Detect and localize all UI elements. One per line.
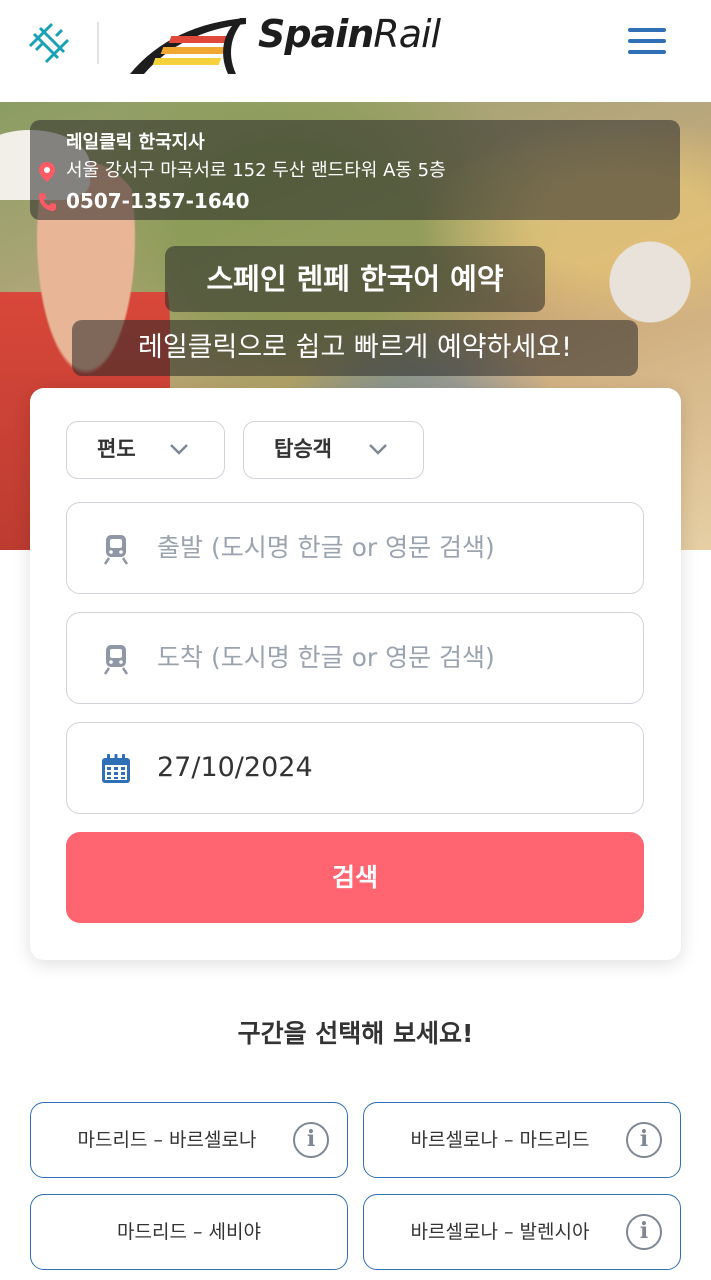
- location-pin-icon: [39, 162, 55, 182]
- logo-bold-text: Spain: [258, 12, 374, 56]
- hamburger-menu-icon[interactable]: [628, 28, 668, 58]
- route-label: 바르셀로나 – 마드리드: [410, 1129, 590, 1151]
- search-card: 편도 탑승객 출발 (도시명 한글 or 영문 검색) 도착 (도시명 한글 o…: [30, 388, 681, 960]
- route-madrid-barcelona[interactable]: 마드리드 – 바르셀로나 i: [30, 1102, 348, 1178]
- info-icon[interactable]: i: [626, 1122, 662, 1158]
- rail-track-icon[interactable]: [26, 20, 72, 66]
- departure-placeholder: 출발 (도시명 한글 or 영문 검색): [157, 533, 495, 562]
- office-phone-row: 0507-1357-1640: [39, 186, 680, 218]
- train-icon: [103, 535, 129, 565]
- route-barcelona-valencia[interactable]: 바르셀로나 – 발렌시아 i: [363, 1194, 681, 1270]
- site-header: SpainRail: [0, 0, 711, 102]
- arrival-placeholder: 도착 (도시명 한글 or 영문 검색): [157, 643, 495, 672]
- phone-icon: [39, 193, 56, 211]
- office-address: 서울 강서구 마곡서로 152 두산 랜드타워 A동 5층: [66, 160, 446, 181]
- trip-type-dropdown[interactable]: 편도: [66, 421, 225, 479]
- chevron-down-icon: [170, 444, 188, 455]
- route-madrid-sevilla[interactable]: 마드리드 – 세비야: [30, 1194, 348, 1270]
- route-label: 바르셀로나 – 발렌시아: [410, 1221, 590, 1243]
- logo-light-text: Rail: [373, 12, 441, 56]
- hero-subtitle: 레일클릭으로 쉽고 빠르게 예약하세요!: [72, 320, 638, 376]
- date-input[interactable]: 27/10/2024: [66, 722, 644, 814]
- routes-title: 구간을 선택해 보세요!: [237, 1019, 474, 1048]
- office-info-box: 레일클릭 한국지사 서울 강서구 마곡서로 152 두산 랜드타워 A동 5층 …: [30, 120, 680, 220]
- passengers-value: 탑승객: [274, 437, 332, 461]
- info-icon[interactable]: i: [293, 1122, 329, 1158]
- chevron-down-icon: [369, 444, 387, 455]
- logo-wordmark: SpainRail: [258, 12, 441, 56]
- hero-title: 스페인 렌페 한국어 예약: [165, 246, 545, 312]
- route-label: 마드리드 – 세비야: [117, 1221, 261, 1243]
- office-address-row: 서울 강서구 마곡서로 152 두산 랜드타워 A동 5층: [39, 156, 680, 186]
- passengers-dropdown[interactable]: 탑승객: [243, 421, 424, 479]
- header-divider: [97, 22, 99, 64]
- calendar-icon: [102, 754, 130, 783]
- train-icon: [103, 645, 129, 675]
- info-icon[interactable]: i: [626, 1214, 662, 1250]
- route-label: 마드리드 – 바르셀로나: [77, 1129, 257, 1151]
- arrival-input[interactable]: 도착 (도시명 한글 or 영문 검색): [66, 612, 644, 704]
- office-phone[interactable]: 0507-1357-1640: [66, 189, 250, 213]
- trip-type-value: 편도: [97, 437, 136, 461]
- office-name: 레일클릭 한국지사: [66, 132, 205, 153]
- route-barcelona-madrid[interactable]: 바르셀로나 – 마드리드 i: [363, 1102, 681, 1178]
- departure-input[interactable]: 출발 (도시명 한글 or 영문 검색): [66, 502, 644, 594]
- search-button[interactable]: 검색: [66, 832, 644, 923]
- date-value: 27/10/2024: [157, 752, 313, 783]
